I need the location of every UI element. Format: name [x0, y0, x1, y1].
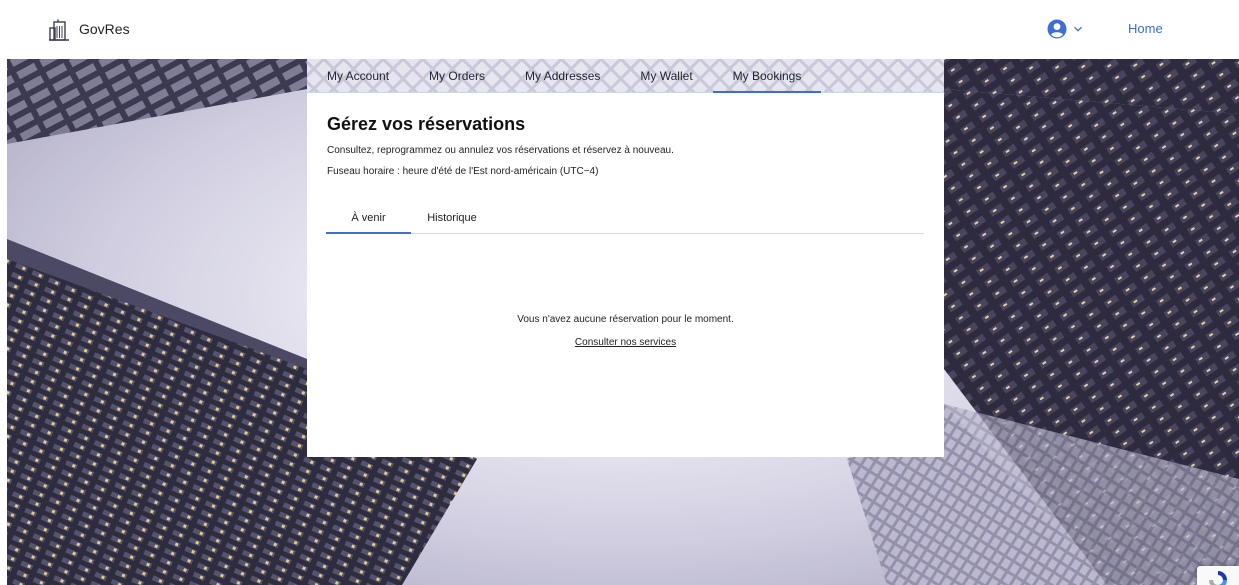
empty-state-message: Vous n'avez aucune réservation pour le m… — [517, 314, 734, 325]
tab-label: My Orders — [429, 68, 486, 83]
services-link-wrap: Consulter nos services — [307, 337, 944, 348]
tab-my-bookings[interactable]: My Bookings — [712, 59, 822, 93]
tab-label: My Wallet — [640, 68, 693, 83]
tab-my-wallet[interactable]: My Wallet — [620, 59, 712, 92]
tab-my-account[interactable]: My Account — [307, 59, 409, 92]
booking-tabs: À venir Historique — [326, 203, 924, 234]
account-menu-button[interactable] — [1047, 18, 1083, 40]
user-circle-icon — [1047, 19, 1067, 39]
tab-my-addresses[interactable]: My Addresses — [505, 59, 620, 92]
tab-my-orders[interactable]: My Orders — [409, 59, 505, 92]
bookings-card: Gérez vos réservations Consultez, reprog… — [307, 93, 944, 457]
home-link[interactable]: Home — [1128, 21, 1163, 36]
tab-label: My Bookings — [732, 68, 802, 83]
building-icon[interactable] — [49, 19, 69, 41]
chevron-down-icon — [1074, 26, 1082, 32]
browse-services-link[interactable]: Consulter nos services — [575, 337, 676, 348]
brand-name[interactable]: GovRes — [79, 21, 130, 37]
recaptcha-badge[interactable] — [1197, 566, 1239, 585]
tab-history[interactable]: Historique — [411, 203, 493, 233]
tab-label: My Addresses — [525, 68, 601, 83]
page-subtitle: Consultez, reprogrammez ou annulez vos r… — [327, 145, 674, 156]
page-title: Gérez vos réservations — [327, 114, 526, 134]
tab-label: À venir — [351, 212, 386, 224]
account-tabs: My Account My Orders My Addresses My Wal… — [307, 59, 944, 93]
recaptcha-icon — [1209, 571, 1227, 585]
tab-label: Historique — [427, 212, 477, 224]
timezone-info: Fuseau horaire : heure d'été de l'Est no… — [327, 166, 599, 177]
tab-label: My Account — [327, 68, 390, 83]
tab-upcoming[interactable]: À venir — [326, 203, 411, 234]
top-header: GovRes Home — [0, 0, 1239, 59]
